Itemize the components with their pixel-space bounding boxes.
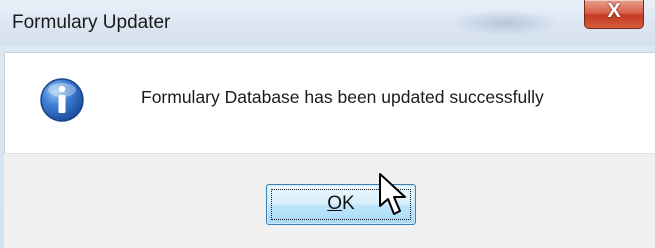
mouse-cursor-icon	[379, 173, 406, 215]
message-area: Formulary Database has been updated succ…	[4, 52, 655, 153]
title-bar[interactable]: Formulary Updater X	[0, 0, 655, 46]
ok-accelerator: O	[327, 193, 343, 214]
info-icon	[40, 78, 84, 122]
title-bar-glass	[450, 10, 560, 36]
button-bar: OK	[4, 153, 655, 248]
window-title: Formulary Updater	[12, 12, 171, 33]
close-button[interactable]: X	[584, 0, 644, 29]
close-icon: X	[607, 0, 621, 22]
message-dialog: Formulary Updater X Formulary Database h…	[0, 0, 655, 248]
ok-label-rest: K	[342, 193, 355, 214]
message-text: Formulary Database has been updated succ…	[141, 87, 544, 107]
